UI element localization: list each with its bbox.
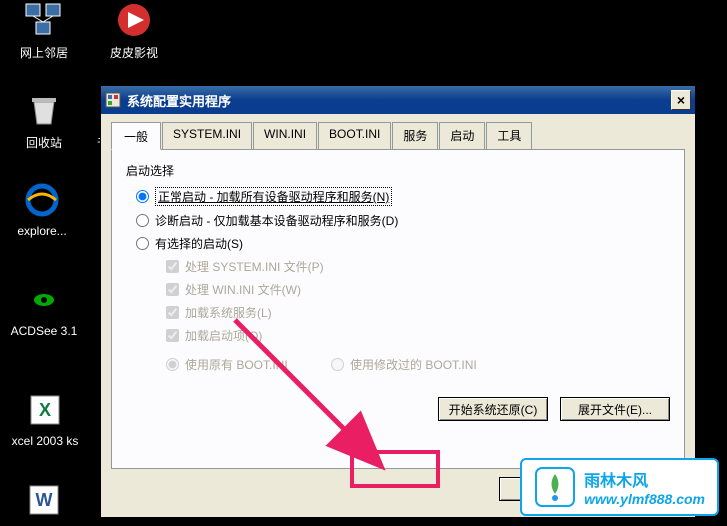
watermark: 雨林木风 www.ylmf888.com [520,458,719,516]
check-system-ini: 处理 SYSTEM.INI 文件(P) [166,258,670,275]
excel-icon: X [25,390,65,430]
check-services-input [166,306,179,319]
radio-selective-startup[interactable]: 有选择的启动(S) [136,235,670,252]
expand-files-button[interactable]: 展开文件(E)... [560,397,670,421]
tab-startup[interactable]: 启动 [439,122,485,149]
close-button[interactable]: × [671,90,691,110]
svg-text:W: W [36,490,53,510]
tab-boot-ini[interactable]: BOOT.INI [318,122,391,149]
check-win-ini-label: 处理 WIN.INI 文件(W) [185,281,301,298]
radio-original-boot-input [166,358,179,371]
tab-strip: 一般 SYSTEM.INI WIN.INI BOOT.INI 服务 启动 工具 [111,122,685,150]
desktop-icon-pipi[interactable]: 皮皮影视 [94,0,174,61]
desktop-icon-acdsee[interactable]: ACDSee 3.1 [4,280,84,338]
desktop-icon-label: 回收站 [4,134,84,151]
check-startup-input [166,329,179,342]
system-restore-button[interactable]: 开始系统还原(C) [438,397,548,421]
network-icon [24,0,64,40]
tab-win-ini[interactable]: WIN.INI [253,122,317,149]
tab-services[interactable]: 服务 [392,122,438,149]
check-system-ini-label: 处理 SYSTEM.INI 文件(P) [185,258,324,275]
titlebar[interactable]: 系统配置实用程序 × [101,86,695,114]
radio-normal-input[interactable] [136,190,149,203]
check-system-ini-input [166,260,179,273]
check-startup-label: 加载启动项(O) [185,327,262,344]
app-icon [105,92,121,108]
check-services-label: 加载系统服务(L) [185,304,272,321]
radio-original-boot: 使用原有 BOOT.INI [166,356,288,373]
tab-system-ini[interactable]: SYSTEM.INI [162,122,252,149]
watermark-url: www.ylmf888.com [584,491,705,507]
watermark-logo-icon [534,466,576,508]
desktop-icon-word[interactable]: W [4,480,84,524]
word-icon: W [24,480,64,520]
radio-normal-label: 正常启动 - 加载所有设备驱动程序和服务(N) [155,187,392,206]
acdsee-icon [24,280,64,320]
radio-modified-boot: 使用修改过的 BOOT.INI [331,356,477,373]
desktop-icon-label: ACDSee 3.1 [4,324,84,338]
media-icon [114,0,154,40]
tab-panel-general: 启动选择 正常启动 - 加载所有设备驱动程序和服务(N) 诊断启动 - 仅加载基… [111,149,685,469]
tab-general[interactable]: 一般 [111,122,161,150]
radio-modified-boot-input [331,358,344,371]
startup-selection-label: 启动选择 [126,162,670,179]
check-win-ini: 处理 WIN.INI 文件(W) [166,281,670,298]
radio-selective-label: 有选择的启动(S) [155,235,243,252]
radio-modified-boot-label: 使用修改过的 BOOT.INI [350,356,477,373]
desktop-icon-recycle[interactable]: 回收站 [4,90,84,151]
desktop-icon-label: 皮皮影视 [94,44,174,61]
radio-selective-input[interactable] [136,237,149,250]
svg-text:X: X [39,400,51,420]
watermark-text: 雨林木风 www.ylmf888.com [584,467,705,507]
watermark-title: 雨林木风 [584,467,705,491]
desktop-icon-label: xcel 2003 ks [0,434,90,448]
radio-diagnostic-startup[interactable]: 诊断启动 - 仅加载基本设备驱动程序和服务(D) [136,212,670,229]
desktop-icon-ie[interactable]: explore... [2,180,82,238]
radio-original-boot-label: 使用原有 BOOT.INI [185,356,288,373]
tab-tools[interactable]: 工具 [486,122,532,149]
radio-diagnostic-input[interactable] [136,214,149,227]
msconfig-dialog: 系统配置实用程序 × 一般 SYSTEM.INI WIN.INI BOOT.IN… [100,85,696,518]
ie-icon [22,180,62,220]
check-startup: 加载启动项(O) [166,327,670,344]
check-services: 加载系统服务(L) [166,304,670,321]
desktop-icon-label: explore... [2,224,82,238]
window-title: 系统配置实用程序 [127,91,671,110]
check-win-ini-input [166,283,179,296]
recycle-bin-icon [24,90,64,130]
radio-normal-startup[interactable]: 正常启动 - 加载所有设备驱动程序和服务(N) [136,187,670,206]
desktop-icon-excel[interactable]: X xcel 2003 ks [0,390,90,448]
desktop-icon-network[interactable]: 网上邻居 [4,0,84,61]
desktop-icon-label: 网上邻居 [4,44,84,61]
radio-diagnostic-label: 诊断启动 - 仅加载基本设备驱动程序和服务(D) [155,212,398,229]
